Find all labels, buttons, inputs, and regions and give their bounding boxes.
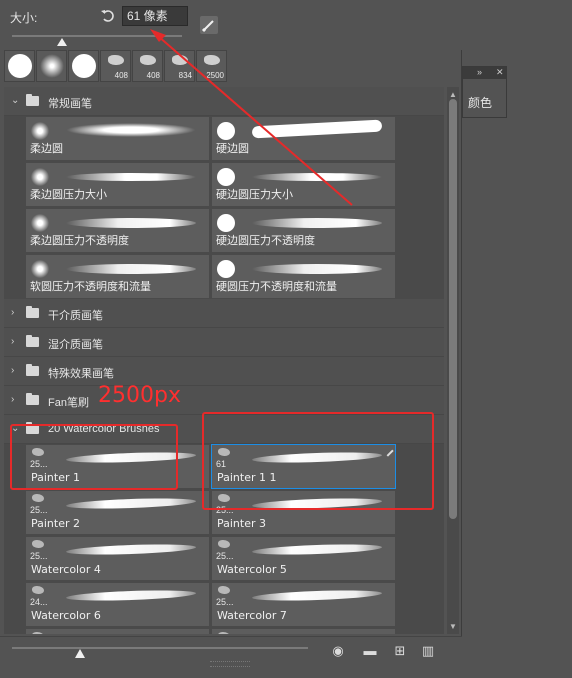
folder-icon[interactable]: ▬ — [362, 643, 378, 659]
brush-size: 24... — [30, 597, 48, 607]
recent-brush-size: 834 — [178, 71, 192, 80]
close-icon[interactable]: ✕ — [496, 67, 504, 78]
color-panel-titlebar: » ✕ — [463, 67, 506, 79]
brush-size: 25... — [216, 597, 234, 607]
preview-size-slider[interactable] — [12, 647, 308, 649]
new-brush-icon[interactable]: ⊞ — [392, 643, 408, 659]
group-name: 特殊效果画笔 — [48, 368, 114, 380]
brush-tile[interactable] — [211, 628, 396, 634]
brush-tile[interactable] — [25, 628, 210, 634]
brush-name: 柔边圆压力不透明度 — [30, 235, 129, 247]
brush-tile[interactable]: 硬边圆压力大小 — [211, 162, 396, 207]
brush-tile[interactable]: 柔边圆 — [25, 116, 210, 161]
recent-brush-7[interactable]: 2500 — [196, 50, 227, 82]
brush-name: 硬圆压力不透明度和流量 — [216, 281, 337, 293]
brush-tile[interactable]: 25... Watercolor 4 — [25, 536, 210, 581]
recent-brush-6[interactable]: 834 — [164, 50, 195, 82]
brush-tile[interactable]: 硬圆压力不透明度和流量 — [211, 254, 396, 299]
recent-brush-3[interactable] — [68, 50, 99, 82]
brush-name: 柔边圆 — [30, 143, 63, 155]
brush-tile[interactable]: 硬边圆 — [211, 116, 396, 161]
size-slider-thumb[interactable] — [57, 38, 67, 46]
brush-list: ⌄ 常规画笔 柔边圆 硬边圆 柔边圆压力大小 硬边圆压力大小 柔边圆压力不透明度… — [4, 87, 444, 634]
folder-icon — [26, 306, 39, 318]
eye-brush-icon[interactable]: ◉ — [330, 643, 346, 659]
size-input[interactable]: 61 像素 — [122, 6, 188, 26]
brush-name: 硬边圆压力不透明度 — [216, 235, 315, 247]
brush-tile[interactable]: 柔边圆压力不透明度 — [25, 208, 210, 253]
group-name: Fan笔刷 — [48, 397, 89, 409]
brush-settings-icon[interactable] — [200, 16, 218, 34]
group-name: 干介质画笔 — [48, 310, 103, 322]
scroll-down-icon[interactable]: ▼ — [449, 622, 457, 631]
recent-brush-4[interactable]: 408 — [100, 50, 131, 82]
group-special-effects[interactable]: › 特殊效果画笔 — [4, 357, 444, 386]
color-panel-label[interactable]: 颜色 — [468, 94, 492, 111]
scrollbar[interactable]: ▲ ▼ — [447, 87, 459, 634]
brush-name: Watercolor 7 — [217, 609, 287, 622]
brush-tile[interactable]: 柔边圆压力大小 — [25, 162, 210, 207]
chevron-down-icon[interactable]: ⌄ — [11, 95, 21, 107]
brush-preset-panel: 大小: 61 像素 408 408 834 2500 ⌄ 常规画笔 柔边圆 硬边… — [0, 0, 462, 670]
folder-icon — [26, 335, 39, 347]
color-panel: » ✕ 颜色 — [462, 66, 507, 118]
size-slider-track[interactable] — [12, 35, 182, 37]
recent-brush-1[interactable] — [4, 50, 35, 82]
brush-name: Watercolor 6 — [31, 609, 101, 622]
scrollbar-thumb[interactable] — [449, 99, 457, 519]
chevron-right-icon[interactable]: › — [11, 336, 21, 348]
brush-name: 硬边圆 — [216, 143, 249, 155]
brush-name: 柔边圆压力大小 — [30, 189, 107, 201]
recent-brush-2[interactable] — [36, 50, 67, 82]
recent-brush-size: 2500 — [206, 71, 224, 80]
group-fan[interactable]: › Fan笔刷 — [4, 386, 444, 415]
folder-icon — [26, 393, 39, 405]
brush-tile[interactable]: 25... Watercolor 5 — [211, 536, 396, 581]
recent-brushes-row: 408 408 834 2500 — [4, 50, 227, 84]
size-row: 大小: 61 像素 — [0, 0, 462, 50]
brush-name: Painter 3 — [217, 517, 267, 530]
recent-brush-size: 408 — [146, 71, 160, 80]
size-label: 大小: — [10, 11, 38, 25]
recent-brush-size: 408 — [114, 71, 128, 80]
group-name: 湿介质画笔 — [48, 339, 103, 351]
brush-tile[interactable]: 24... Watercolor 6 — [25, 582, 210, 627]
brush-size: 25... — [30, 505, 48, 515]
annotation-text: 2500px — [98, 383, 181, 408]
brush-name: 硬边圆压力大小 — [216, 189, 293, 201]
folder-icon — [26, 364, 39, 376]
chevron-right-icon[interactable]: › — [11, 365, 21, 377]
recent-brush-5[interactable]: 408 — [132, 50, 163, 82]
brush-tile[interactable]: 软圆压力不透明度和流量 — [25, 254, 210, 299]
brush-size: 25... — [30, 551, 48, 561]
group-general[interactable]: ⌄ 常规画笔 — [4, 87, 444, 116]
group-name: 常规画笔 — [48, 98, 92, 110]
brush-name: 软圆压力不透明度和流量 — [30, 281, 151, 293]
brush-size: 25... — [216, 551, 234, 561]
collapse-icon[interactable]: » — [477, 67, 482, 77]
resize-grip[interactable] — [210, 661, 250, 667]
brush-name: Watercolor 5 — [217, 563, 287, 576]
folder-icon — [26, 94, 39, 106]
annotation-box — [10, 424, 178, 490]
preview-size-thumb[interactable] — [75, 649, 85, 658]
brush-name: Painter 2 — [31, 517, 81, 530]
brush-tile[interactable]: 硬边圆压力不透明度 — [211, 208, 396, 253]
chevron-right-icon[interactable]: › — [11, 394, 21, 406]
brush-tile[interactable]: 25... Watercolor 7 — [211, 582, 396, 627]
brush-name: Watercolor 4 — [31, 563, 101, 576]
brush-tile[interactable]: 25... Painter 2 — [25, 490, 210, 535]
trash-icon[interactable]: ▥ — [420, 643, 436, 659]
general-brush-tiles: 柔边圆 硬边圆 柔边圆压力大小 硬边圆压力大小 柔边圆压力不透明度 硬边圆压力不… — [4, 116, 444, 299]
group-wet-media[interactable]: › 湿介质画笔 — [4, 328, 444, 357]
reset-icon[interactable] — [100, 8, 116, 24]
annotation-box — [202, 412, 434, 510]
group-dry-media[interactable]: › 干介质画笔 — [4, 299, 444, 328]
scroll-up-icon[interactable]: ▲ — [449, 90, 457, 99]
chevron-right-icon[interactable]: › — [11, 307, 21, 319]
